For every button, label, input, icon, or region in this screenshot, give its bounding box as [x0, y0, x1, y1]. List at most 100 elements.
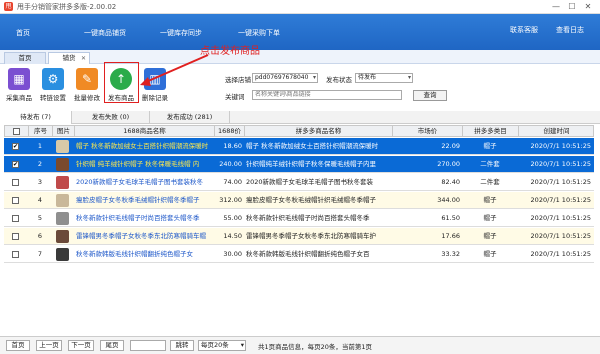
last-page-button[interactable]: 尾页	[100, 340, 124, 351]
next-page-button[interactable]: 下一页	[68, 340, 94, 351]
nav-purchase[interactable]: 一键采购下单	[238, 28, 280, 38]
collect-icon: ▦	[8, 68, 30, 90]
cell-price: 14.50	[223, 232, 242, 240]
col-header[interactable]: 图片	[53, 126, 75, 137]
nav-distribute[interactable]: 一键商品铺货	[84, 28, 126, 38]
status-select[interactable]: 待发布 ▾	[355, 73, 413, 83]
tab-distribute-label: 铺货	[62, 54, 76, 62]
nav-stock-sync[interactable]: 一键库存同步	[160, 28, 202, 38]
gear-icon: ⚙	[42, 68, 64, 90]
table-row[interactable]: ✔ 1 帽子 秋冬新款加绒女士百搭针织帽潮流保暖时 18.60 帽子 秋冬新款加绒女士百…	[4, 138, 594, 155]
col-header[interactable]: 创建时间	[519, 126, 594, 137]
col-header[interactable]: 市场价	[393, 126, 463, 137]
cell-price: 312.00	[219, 196, 242, 204]
cell-title: 秋冬新款韩版毛线针织帽翻折纯色帽子女	[76, 250, 193, 258]
page-size-select[interactable]: 每页20条 ▾	[198, 340, 246, 351]
table-row[interactable]: 4 瘦脸皮帽子女冬秋季毛绒帽针织帽冬季帽子 312.00 瘦脸皮帽子女冬秋毛绒帽针织毛…	[4, 192, 594, 209]
collect-products-button[interactable]: ▦ 采集商品	[6, 68, 32, 102]
product-thumbnail[interactable]	[56, 176, 69, 189]
page-size-value: 每页20条	[201, 341, 229, 349]
search-button[interactable]: 查询	[413, 90, 447, 101]
cell-price: 240.00	[219, 160, 242, 168]
delete-label: 删除记录	[142, 94, 168, 102]
col-header[interactable]: 序号	[29, 126, 53, 137]
col-header[interactable]: 1688价格	[215, 126, 245, 146]
cell-title: 秋冬新款针织毛线帽子时尚百搭套头帽冬季	[76, 214, 200, 222]
cell-price: 55.00	[223, 214, 242, 222]
cell-title: 雷锋帽男冬季帽子女秋冬季东北防寒帽骑车帽	[76, 232, 206, 240]
cell-no: 5	[37, 214, 43, 222]
maximize-button[interactable]: ☐	[564, 0, 580, 14]
link-settings-button[interactable]: ⚙ 转链设置	[40, 68, 66, 102]
contact-support-link[interactable]: 联系客服	[510, 25, 538, 35]
select-all-checkbox[interactable]	[13, 128, 20, 135]
batch-edit-button[interactable]: ✎ 批量修改	[74, 68, 100, 102]
cell-cat: 二件套	[480, 178, 500, 186]
cell-cat: 帽子	[483, 142, 497, 150]
jump-button[interactable]: 跳转	[170, 340, 194, 351]
cell-name: 雷锋帽男冬季帽子女秋冬季东北防寒帽骑车护	[246, 232, 376, 240]
subtab-pending[interactable]: 待发布 (7)	[0, 111, 72, 124]
close-button[interactable]: ✕	[580, 0, 596, 14]
shop-select[interactable]: pdd07697678040 ▾	[252, 73, 318, 83]
table-row[interactable]: ✔ 2 针织帽 纯羊绒针织帽子 秋冬保暖毛线帽 内 240.00 针织帽纯羊绒针织帽子秋…	[4, 156, 594, 173]
cell-name: 秋冬新款针织毛线帽子时尚百搭套头帽冬季	[246, 214, 370, 222]
tab-close-icon[interactable]: ✕	[81, 53, 86, 64]
product-thumbnail[interactable]	[56, 230, 69, 243]
row-checkbox[interactable]	[12, 251, 19, 258]
product-thumbnail[interactable]	[56, 158, 69, 171]
product-thumbnail[interactable]	[56, 140, 69, 153]
row-checkbox[interactable]	[12, 233, 19, 240]
cell-no: 4	[37, 196, 43, 204]
status-subtabs: 待发布 (7) 发布失败 (0) 发布成功 (281)	[0, 111, 600, 124]
window-title: 甩手分销管家拼多多版-2.00.02	[17, 2, 117, 11]
page-number-input[interactable]	[130, 340, 166, 351]
window-titlebar: 甩 甩手分销管家拼多多版-2.00.02 — ☐ ✕	[0, 0, 600, 14]
prev-page-button[interactable]: 上一页	[36, 340, 62, 351]
row-checkbox[interactable]: ✔	[12, 161, 19, 168]
cell-name: 秋冬新款韩版毛线针织帽翻折纯色帽子女百	[246, 250, 370, 258]
keyword-input[interactable]	[252, 90, 402, 100]
cell-cat: 帽子	[483, 196, 497, 204]
row-checkbox[interactable]	[12, 179, 19, 186]
cell-title: 针织帽 纯羊绒针织帽子 秋冬保暖毛线帽 内	[76, 160, 200, 168]
tab-home[interactable]: 首页	[4, 52, 46, 64]
cell-no: 7	[37, 250, 43, 258]
row-checkbox[interactable]: ✔	[12, 143, 19, 150]
subtab-success[interactable]: 发布成功 (281)	[150, 111, 230, 124]
shop-label: 选择店铺	[225, 76, 251, 84]
cell-market: 270.00	[437, 160, 460, 168]
publish-highlight-box	[104, 62, 139, 103]
table-row[interactable]: 7 秋冬新款韩版毛线针织帽翻折纯色帽子女 30.00 秋冬新款韩版毛线针织帽翻折纯色帽…	[4, 246, 594, 263]
view-log-link[interactable]: 查看日志	[556, 25, 584, 35]
cell-name: 2020新款帽子女毛球羊毛帽子图书秋冬套装	[246, 178, 374, 186]
tab-distribute[interactable]: 铺货 ✕	[48, 52, 90, 64]
table-row[interactable]: 3 2020新款帽子女毛球羊毛帽子图书套装秋冬 74.00 2020新款帽子女毛球羊毛…	[4, 174, 594, 191]
collect-label: 采集商品	[6, 94, 32, 102]
nav-home[interactable]: 首页	[16, 28, 30, 38]
subtab-failed[interactable]: 发布失败 (0)	[72, 111, 150, 124]
table-row[interactable]: 6 雷锋帽男冬季帽子女秋冬季东北防寒帽骑车帽 14.50 雷锋帽男冬季帽子女秋冬季东北…	[4, 228, 594, 245]
pagination-info: 共1页商品信息，每页20条，当前第1页	[258, 343, 373, 351]
product-thumbnail[interactable]	[56, 248, 69, 261]
product-thumbnail[interactable]	[56, 194, 69, 207]
row-checkbox[interactable]	[12, 197, 19, 204]
tab-strip: 首页 铺货 ✕	[0, 50, 600, 64]
col-header[interactable]: 1688商品名称	[75, 126, 215, 137]
col-header[interactable]: 拼多多商品名称	[245, 126, 393, 137]
col-header[interactable]: 拼多多类目	[463, 126, 519, 137]
cell-no: 1	[37, 142, 43, 150]
row-checkbox[interactable]	[12, 215, 19, 222]
cell-cat: 帽子	[483, 214, 497, 222]
chevron-down-icon: ▾	[240, 341, 244, 349]
minimize-button[interactable]: —	[548, 0, 564, 14]
annotation-text: 点击发布商品	[200, 46, 260, 57]
select-all-cell[interactable]	[5, 126, 29, 137]
cell-cat: 帽子	[483, 250, 497, 258]
product-thumbnail[interactable]	[56, 212, 69, 225]
delete-records-button[interactable]: ▥ 删除记录	[142, 68, 168, 102]
main-nav: 首页 一键商品铺货 一键库存同步 一键采购下单 联系客服 查看日志	[0, 14, 600, 50]
cell-cat: 帽子	[483, 232, 497, 240]
table-row[interactable]: 5 秋冬新款针织毛线帽子时尚百搭套头帽冬季 55.00 秋冬新款针织毛线帽子时尚百搭套…	[4, 210, 594, 227]
first-page-button[interactable]: 首页	[6, 340, 30, 351]
